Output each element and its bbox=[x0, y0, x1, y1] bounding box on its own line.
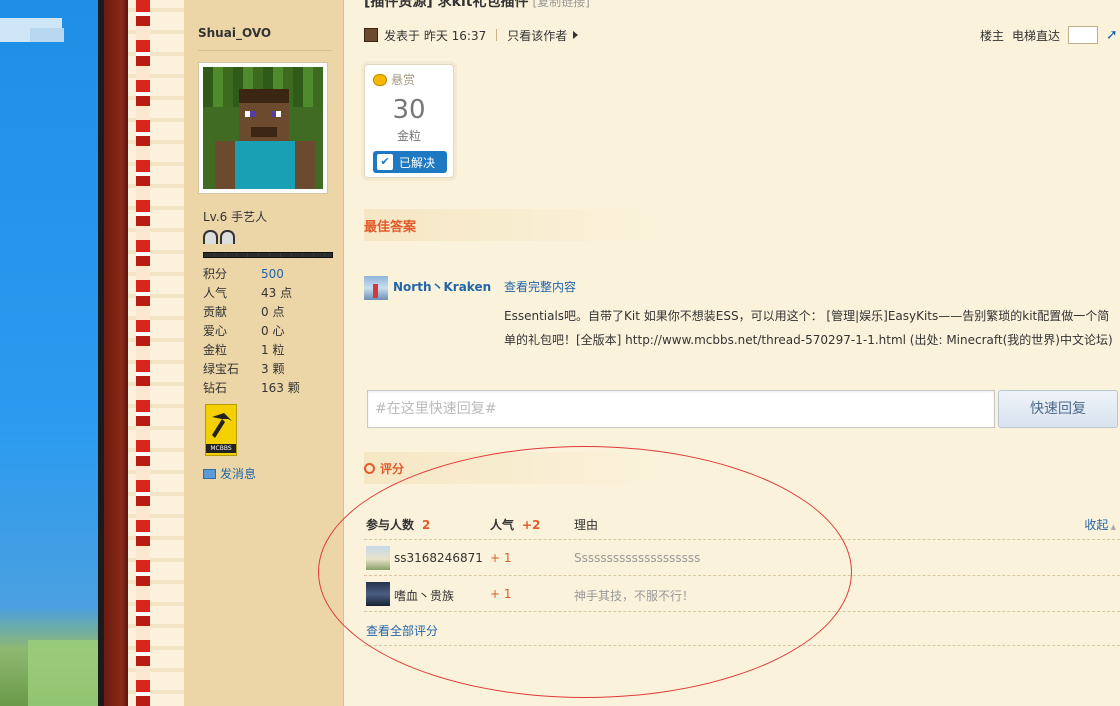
rating-score: + 1 bbox=[490, 587, 512, 601]
divider bbox=[198, 50, 332, 51]
bounty-card: 悬赏 30 金粒 ✔ 已解决 bbox=[364, 64, 454, 178]
bounty-label: 悬赏 bbox=[391, 73, 416, 87]
post-info-bar: 发表于 昨天 16:37 只看该作者 楼主 电梯直达 ➚ bbox=[364, 24, 1120, 46]
rating-table-header: 参与人数 2 人气 +2 理由 收起 bbox=[364, 508, 1120, 540]
send-message-link[interactable]: 发消息 bbox=[203, 465, 256, 482]
author-sidebar: Shuai_OVO Lv.6 手艺人 积分 500 人气 43 点 贡献 0 点 爱心… bbox=[184, 0, 344, 706]
table-row: ss3168246871 + 1 Ssssssssssssssssssss bbox=[364, 540, 1120, 576]
experience-bar bbox=[203, 252, 333, 258]
rating-table: 参与人数2 人气+2 理由 收起 ss3168246871 + 1 Ssssss… bbox=[364, 508, 1120, 646]
posted-label: 发表于 bbox=[384, 28, 421, 43]
online-status-icon bbox=[364, 28, 378, 42]
rating-heading: 评分 bbox=[364, 452, 654, 484]
author-name[interactable]: Shuai_OVO bbox=[198, 26, 271, 40]
jump-label: 电梯直达 bbox=[1011, 28, 1060, 43]
stat-row: 爱心 0 心 bbox=[203, 324, 285, 338]
grass-decoration bbox=[28, 640, 98, 706]
chain-decoration bbox=[136, 0, 150, 706]
arrow-right-icon bbox=[573, 31, 579, 39]
quick-reply-button[interactable]: 快速回复 bbox=[998, 390, 1118, 428]
stat-row: 钻石 163 颗 bbox=[203, 381, 300, 395]
reason-header: 理由 bbox=[574, 518, 599, 532]
view-all-row: 查看全部评分 bbox=[364, 612, 1120, 646]
rater-name[interactable]: 嗜血丶贵族 bbox=[394, 587, 454, 604]
quick-reply-input[interactable]: #在这里快速回复# bbox=[367, 390, 995, 428]
rating-reason: 神手其技，不服不行！ bbox=[574, 589, 695, 603]
view-full-content-link[interactable]: 查看完整内容 bbox=[504, 278, 576, 295]
collapse-link[interactable]: 收起 bbox=[1084, 516, 1116, 533]
answer-body: Essentials吧。自带了Kit 如果你不想装ESS，可以用这个： [管理|… bbox=[504, 309, 1113, 347]
table-row: 嗜血丶贵族 + 1 神手其技，不服不行！ bbox=[364, 576, 1120, 612]
user-level[interactable]: Lv.6 手艺人 bbox=[203, 208, 267, 225]
envelope-icon bbox=[203, 468, 216, 479]
only-author-link[interactable]: 只看该作者 bbox=[507, 27, 567, 44]
answer-author-name[interactable]: North丶Kraken bbox=[393, 278, 491, 295]
view-all-ratings-link[interactable]: 查看全部评分 bbox=[366, 622, 438, 639]
badge-label: MCBBS bbox=[206, 444, 236, 453]
coin-icon bbox=[373, 73, 387, 86]
floor-tools: 楼主 电梯直达 ➚ bbox=[980, 24, 1120, 46]
jump-go-icon[interactable]: ➚ bbox=[1106, 28, 1120, 42]
rating-score: + 1 bbox=[490, 551, 512, 565]
popularity-header: 人气 +2 bbox=[490, 518, 541, 532]
pickaxe-icon bbox=[212, 413, 232, 438]
avatar[interactable] bbox=[198, 62, 328, 194]
rater-avatar[interactable] bbox=[366, 582, 390, 606]
stat-row: 贡献 0 点 bbox=[203, 305, 285, 319]
solved-label: 已解决 bbox=[399, 155, 436, 170]
page-frame-border bbox=[98, 0, 128, 706]
bounty-header: 悬赏 bbox=[373, 71, 415, 88]
post-time: 昨天 16:37 bbox=[423, 28, 487, 43]
best-answer-heading: 最佳答案 bbox=[364, 209, 654, 241]
bounty-amount: 30 bbox=[392, 95, 426, 125]
cloud-decoration bbox=[30, 28, 64, 42]
rating-reason: Ssssssssssssssssssss bbox=[574, 551, 701, 565]
user-stats: 积分 500 人气 43 点 贡献 0 点 爱心 0 心 金粒 1 粒 绿宝石 3 颗 钻石… bbox=[203, 265, 333, 398]
thread-title: [插件资源] 求kit礼包插件 [复制链接] bbox=[364, 0, 590, 11]
page-frame-decoration bbox=[128, 0, 184, 706]
stat-row: 积分 500 bbox=[203, 267, 284, 281]
mcbbs-pickaxe-badge[interactable]: MCBBS bbox=[205, 404, 237, 456]
rater-avatar[interactable] bbox=[366, 546, 390, 570]
post-main: [插件资源] 求kit礼包插件 [复制链接] 发表于 昨天 16:37 只看该作者… bbox=[344, 0, 1120, 706]
avatar-image bbox=[203, 67, 323, 189]
floor-jump-input[interactable] bbox=[1068, 26, 1098, 44]
check-icon: ✔ bbox=[377, 154, 393, 170]
bounty-unit: 金粒 bbox=[396, 129, 421, 143]
divider bbox=[496, 29, 498, 41]
stat-row: 金粒 1 粒 bbox=[203, 343, 285, 357]
rating-circle-icon bbox=[364, 462, 375, 474]
copy-link[interactable]: [复制链接] bbox=[532, 0, 589, 9]
background-scenery bbox=[0, 0, 98, 706]
rater-name[interactable]: ss3168246871 bbox=[394, 551, 483, 565]
answer-author-avatar[interactable] bbox=[364, 276, 388, 300]
medal-icon bbox=[220, 230, 235, 244]
medal-icons bbox=[203, 230, 235, 244]
stat-row: 人气 43 点 bbox=[203, 286, 293, 300]
participants-header: 参与人数 2 bbox=[366, 518, 431, 532]
solved-badge: ✔ 已解决 bbox=[373, 151, 447, 173]
stat-row: 绿宝石 3 颗 bbox=[203, 362, 285, 376]
floor-label: 楼主 bbox=[979, 28, 1004, 43]
send-message-label: 发消息 bbox=[220, 467, 257, 481]
medal-icon bbox=[203, 230, 218, 244]
